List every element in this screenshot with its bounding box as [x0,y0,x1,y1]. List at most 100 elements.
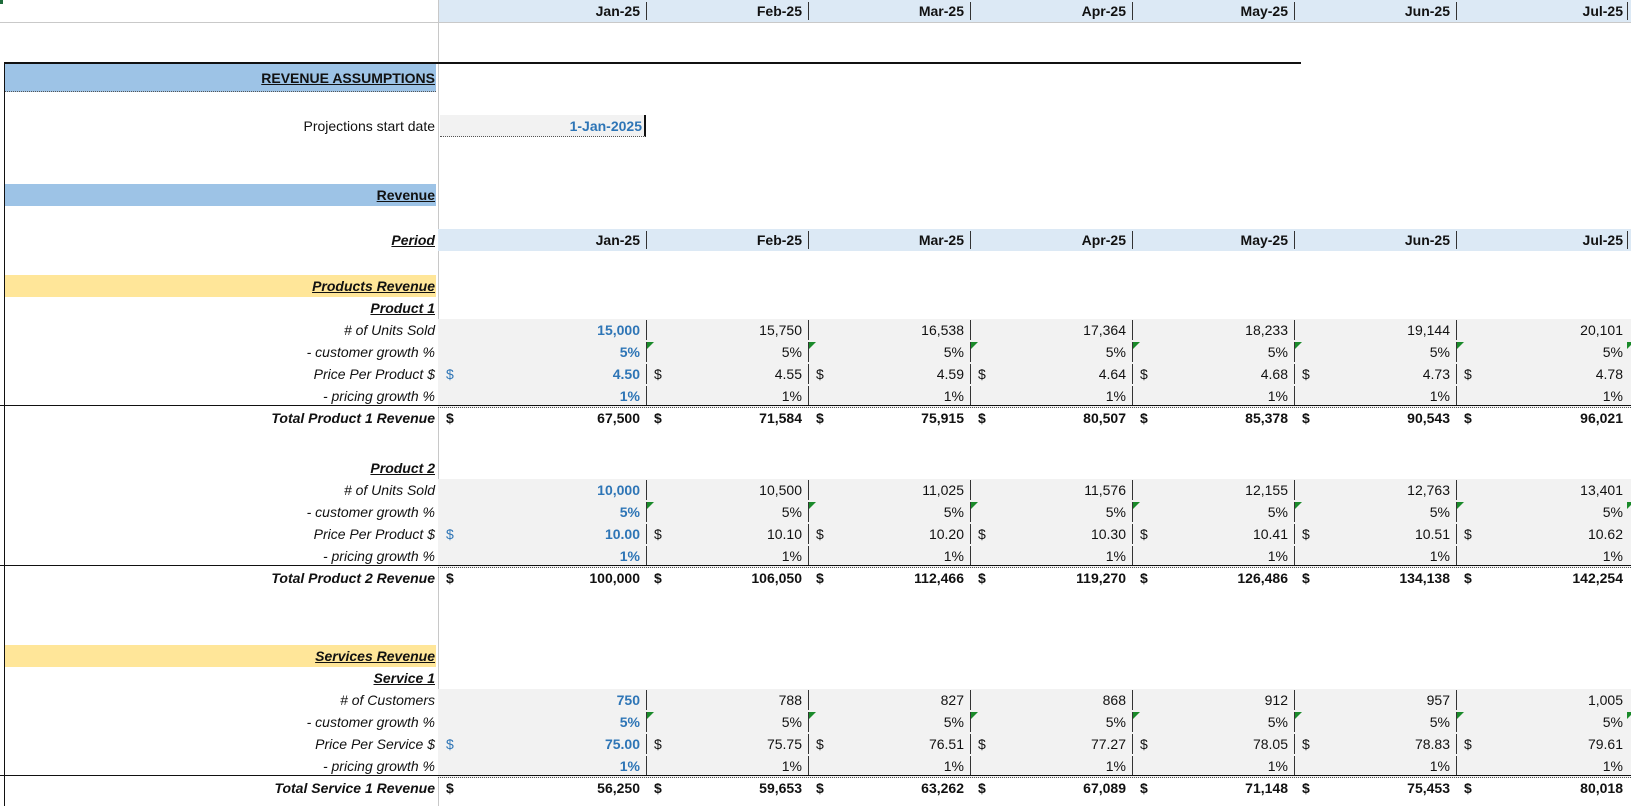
product1-units-cell[interactable]: 15,000 [440,319,646,341]
product1-price-currency: $ [1302,366,1310,382]
service1-cust_growth-cell[interactable]: 5% [440,711,646,733]
service1-cust_growth-cell: 5% [1105,714,1126,730]
product2-units-label: # of Units Sold [343,482,435,498]
product1-price-cell: 4.68 [1260,366,1288,382]
product2-title: Product 2 [370,460,435,476]
product1-price-currency: $ [654,366,662,382]
product1-price_growth-cell: 1% [943,388,964,404]
service1-total-cell: 67,089 [1083,780,1126,796]
service1-price-currency: $ [1140,736,1148,752]
product2-price-currency: $ [654,526,662,542]
product1-price_growth-cell: 1% [1429,388,1450,404]
top-header-divider-0 [646,2,647,20]
service1-price-currency: $ [1464,736,1472,752]
product2-price-currency: $ [446,526,454,542]
product1-price-divider-1 [808,364,809,384]
service1-price_growth-divider-1 [808,756,809,776]
product1-cust_growth-cell: 5% [1429,344,1450,360]
product2-price_growth-divider-2 [970,546,971,566]
product1-units-divider-4 [1294,320,1295,340]
product2-price-cell: 10.62 [1587,526,1623,542]
service1-cust_growth-label: - customer growth % [306,714,435,730]
service1-flag-marker [809,712,816,719]
product1-price-divider-0 [646,364,647,384]
service1-total-cell: 56,250 [597,780,640,796]
service1-flag-marker [647,712,654,719]
product2-price-currency: $ [1140,526,1148,542]
top-header-month-1: Feb-25 [756,3,802,19]
service1-price_growth-label: - pricing growth % [322,758,435,774]
service1-units-cell: 788 [778,692,802,708]
product1-total-label: Total Product 1 Revenue [271,410,435,426]
product1-units-cell: 20,101 [1580,322,1623,338]
product2-flag-marker [1295,502,1302,509]
product2-cust_growth-cell[interactable]: 5% [440,501,646,523]
service1-cust_growth-cell: 5% [781,714,802,730]
product1-total-currency: $ [816,410,824,426]
top-header-month-3: Apr-25 [1081,3,1126,19]
product2-price-currency: $ [1302,526,1310,542]
service1-price-cell[interactable]: 75.00 [440,733,646,755]
service1-cust_growth-cell: 5% [1602,714,1623,730]
service1-flag-marker [1457,712,1464,719]
product1-total-currency: $ [654,410,662,426]
services-revenue-label: Services Revenue [315,648,435,664]
product2-price_growth-cell[interactable]: 1% [440,545,646,567]
product2-price-cell[interactable]: 10.00 [440,523,646,545]
product2-units-divider-4 [1294,480,1295,500]
service1-units-divider-5 [1456,690,1457,710]
period-month-3: Apr-25 [1081,232,1126,248]
service1-price-label: Price Per Service $ [315,736,435,752]
service1-price-currency: $ [446,736,454,752]
service1-units-cell[interactable]: 750 [440,689,646,711]
period-divider-3 [1132,231,1133,249]
product2-total-currency: $ [654,570,662,586]
product2-units-cell: 11,025 [922,482,964,498]
product2-price_growth-label: - pricing growth % [322,548,435,564]
product2-total-cell: 119,270 [1076,570,1126,586]
product2-price_growth-divider-4 [1294,546,1295,566]
service1-units-divider-1 [808,690,809,710]
period-month-2: Mar-25 [918,232,964,248]
product1-total-currency: $ [978,410,986,426]
product1-total-cell: 80,507 [1083,410,1126,426]
service1-units-divider-3 [1132,690,1133,710]
section-title: REVENUE ASSUMPTIONS [261,70,435,86]
product1-price-currency: $ [1464,366,1472,382]
product1-price-cell[interactable]: 4.50 [440,363,646,385]
service1-total-cell: 63,262 [921,780,964,796]
product1-total-cell: 75,915 [921,410,964,426]
product1-price_growth-cell[interactable]: 1% [440,385,646,407]
product2-total-currency: $ [1302,570,1310,586]
product1-price_growth-label: - pricing growth % [322,388,435,404]
service1-total-currency: $ [978,780,986,796]
service1-price-cell: 76.51 [928,736,964,752]
service1-price-currency: $ [816,736,824,752]
period-month-1: Feb-25 [756,232,802,248]
service1-flag-marker [1627,712,1631,719]
service1-total-cell: 71,148 [1245,780,1288,796]
service1-flag-marker [1133,712,1140,719]
product1-price-currency: $ [816,366,824,382]
product2-cust_growth-cell: 5% [1105,504,1126,520]
service1-total-currency: $ [1140,780,1148,796]
product1-units-divider-2 [970,320,971,340]
product2-units-cell[interactable]: 10,000 [440,479,646,501]
product1-cust_growth-cell[interactable]: 5% [440,341,646,363]
service1-total-currency: $ [654,780,662,796]
product1-price-currency: $ [446,366,454,382]
product2-total-currency: $ [1140,570,1148,586]
start-date-input[interactable]: 1-Jan-2025 [440,115,646,137]
service1-price-divider-4 [1294,734,1295,754]
product2-cust_growth-cell: 5% [1429,504,1450,520]
product1-price_growth-divider-5 [1456,386,1457,406]
product1-cust_growth-cell: 5% [781,344,802,360]
product1-total-cell: 71,584 [759,410,802,426]
product1-price_growth-cell: 1% [781,388,802,404]
product2-total-rule [0,565,1631,566]
product1-units-cell: 15,750 [759,322,802,338]
service1-price_growth-cell[interactable]: 1% [440,755,646,777]
product1-flag-marker [971,342,978,349]
top-header-divider-3 [1132,2,1133,20]
product2-units-divider-1 [808,480,809,500]
